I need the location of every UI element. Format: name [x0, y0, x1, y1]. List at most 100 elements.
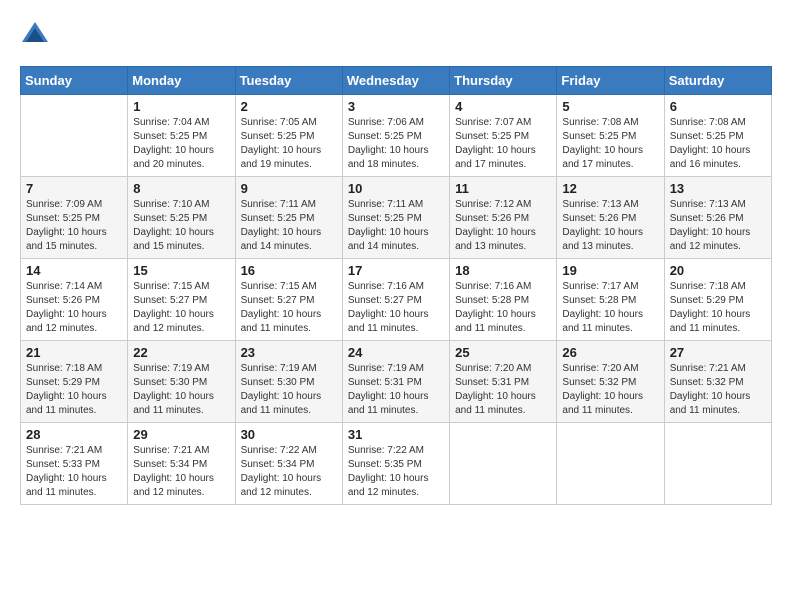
day-number: 28 [26, 427, 122, 442]
day-info: Sunrise: 7:08 AMSunset: 5:25 PMDaylight:… [670, 116, 766, 172]
calendar-day-cell: 18Sunrise: 7:16 AMSunset: 5:28 PMDayligh… [450, 259, 557, 341]
day-info: Sunrise: 7:15 AMSunset: 5:27 PMDaylight:… [241, 280, 337, 336]
calendar-day-cell: 19 Sunrise: 7:17 AMSunset: 5:28 PMDayligh… [557, 259, 664, 341]
calendar-day-cell: 21 Sunrise: 7:18 AMSunset: 5:29 PMDayligh… [21, 341, 128, 423]
calendar-day-cell: 5Sunrise: 7:08 AMSunset: 5:25 PMDaylight… [557, 95, 664, 177]
calendar-header-row: SundayMondayTuesdayWednesdayThursdayFrid… [21, 67, 772, 95]
calendar-day-cell: 9Sunrise: 7:11 AMSunset: 5:25 PMDaylight… [235, 177, 342, 259]
calendar-day-cell: 24 Sunrise: 7:19 AMSunset: 5:31 PMDayligh… [342, 341, 449, 423]
day-number: 29 [133, 427, 229, 442]
day-info: Sunrise: 7:21 AMSunset: 5:33 PMDaylight:… [26, 444, 122, 500]
day-number: 9 [241, 181, 337, 196]
day-number: 24 [348, 345, 444, 360]
day-info: Sunrise: 7:11 AMSunset: 5:25 PMDaylight:… [348, 198, 444, 254]
calendar-day-cell: 28 Sunrise: 7:21 AMSunset: 5:33 PMDayligh… [21, 423, 128, 505]
day-number: 22 [133, 345, 229, 360]
day-number: 4 [455, 99, 551, 114]
page-header [20, 20, 772, 50]
day-of-week-header: Monday [128, 67, 235, 95]
calendar-day-cell: 31 Sunrise: 7:22 AMSunset: 5:35 PMDayligh… [342, 423, 449, 505]
day-info: Sunrise: 7:15 AMSunset: 5:27 PMDaylight:… [133, 280, 229, 336]
day-number: 17 [348, 263, 444, 278]
day-info: Sunrise: 7:20 AMSunset: 5:32 PMDaylight:… [562, 362, 658, 418]
day-info: Sunrise: 7:14 AMSunset: 5:26 PMDaylight:… [26, 280, 122, 336]
calendar-day-cell: 14 Sunrise: 7:14 AMSunset: 5:26 PMDayligh… [21, 259, 128, 341]
day-info: Sunrise: 7:21 AMSunset: 5:32 PMDaylight:… [670, 362, 766, 418]
day-number: 14 [26, 263, 122, 278]
day-info: Sunrise: 7:09 AMSunset: 5:25 PMDaylight:… [26, 198, 122, 254]
day-info: Sunrise: 7:05 AMSunset: 5:25 PMDaylight:… [241, 116, 337, 172]
day-number: 25 [455, 345, 551, 360]
day-number: 8 [133, 181, 229, 196]
day-info: Sunrise: 7:22 AMSunset: 5:34 PMDaylight:… [241, 444, 337, 500]
calendar-day-cell: 15 Sunrise: 7:15 AMSunset: 5:27 PMDayligh… [128, 259, 235, 341]
calendar-day-cell: 8 Sunrise: 7:10 AMSunset: 5:25 PMDaylight… [128, 177, 235, 259]
day-info: Sunrise: 7:12 AMSunset: 5:26 PMDaylight:… [455, 198, 551, 254]
day-info: Sunrise: 7:20 AMSunset: 5:31 PMDaylight:… [455, 362, 551, 418]
day-number: 12 [562, 181, 658, 196]
day-of-week-header: Tuesday [235, 67, 342, 95]
day-number: 11 [455, 181, 551, 196]
calendar-day-cell: 2 Sunrise: 7:05 AMSunset: 5:25 PMDaylight… [235, 95, 342, 177]
calendar-day-cell: 27 Sunrise: 7:21 AMSunset: 5:32 PMDayligh… [664, 341, 771, 423]
day-number: 21 [26, 345, 122, 360]
calendar-week-row: 7 Sunrise: 7:09 AMSunset: 5:25 PMDaylight… [21, 177, 772, 259]
calendar-day-cell: 26 Sunrise: 7:20 AMSunset: 5:32 PMDayligh… [557, 341, 664, 423]
day-number: 27 [670, 345, 766, 360]
day-info: Sunrise: 7:18 AMSunset: 5:29 PMDaylight:… [26, 362, 122, 418]
day-number: 7 [26, 181, 122, 196]
calendar-day-cell: 11 Sunrise: 7:12 AMSunset: 5:26 PMDayligh… [450, 177, 557, 259]
day-number: 2 [241, 99, 337, 114]
day-info: Sunrise: 7:19 AMSunset: 5:30 PMDaylight:… [241, 362, 337, 418]
day-number: 23 [241, 345, 337, 360]
calendar-table: SundayMondayTuesdayWednesdayThursdayFrid… [20, 66, 772, 505]
day-number: 31 [348, 427, 444, 442]
calendar-day-cell: 23 Sunrise: 7:19 AMSunset: 5:30 PMDayligh… [235, 341, 342, 423]
calendar-day-cell: 12 Sunrise: 7:13 AMSunset: 5:26 PMDayligh… [557, 177, 664, 259]
calendar-day-cell: 22 Sunrise: 7:19 AMSunset: 5:30 PMDayligh… [128, 341, 235, 423]
calendar-day-cell: 7 Sunrise: 7:09 AMSunset: 5:25 PMDaylight… [21, 177, 128, 259]
calendar-day-cell: 17 Sunrise: 7:16 AMSunset: 5:27 PMDayligh… [342, 259, 449, 341]
day-info: Sunrise: 7:16 AMSunset: 5:27 PMDaylight:… [348, 280, 444, 336]
calendar-day-cell: 16 Sunrise: 7:15 AMSunset: 5:27 PMDayligh… [235, 259, 342, 341]
calendar-day-cell [557, 423, 664, 505]
calendar-day-cell: 4 Sunrise: 7:07 AMSunset: 5:25 PMDaylight… [450, 95, 557, 177]
day-info: Sunrise: 7:10 AMSunset: 5:25 PMDaylight:… [133, 198, 229, 254]
day-number: 16 [241, 263, 337, 278]
day-of-week-header: Sunday [21, 67, 128, 95]
calendar-day-cell: 20 Sunrise: 7:18 AMSunset: 5:29 PMDayligh… [664, 259, 771, 341]
day-info: Sunrise: 7:13 AMSunset: 5:26 PMDaylight:… [562, 198, 658, 254]
day-info: Sunrise: 7:13 AMSunset: 5:26 PMDaylight:… [670, 198, 766, 254]
day-info: Sunrise: 7:21 AMSunset: 5:34 PMDaylight:… [133, 444, 229, 500]
day-number: 1 [133, 99, 229, 114]
day-number: 26 [562, 345, 658, 360]
day-number: 20 [670, 263, 766, 278]
day-number: 10 [348, 181, 444, 196]
day-number: 13 [670, 181, 766, 196]
calendar-day-cell: 30Sunrise: 7:22 AMSunset: 5:34 PMDayligh… [235, 423, 342, 505]
day-info: Sunrise: 7:16 AMSunset: 5:28 PMDaylight:… [455, 280, 551, 336]
day-info: Sunrise: 7:19 AMSunset: 5:31 PMDaylight:… [348, 362, 444, 418]
logo-icon [20, 20, 50, 50]
day-info: Sunrise: 7:04 AMSunset: 5:25 PMDaylight:… [133, 116, 229, 172]
day-number: 15 [133, 263, 229, 278]
calendar-day-cell [664, 423, 771, 505]
day-number: 6 [670, 99, 766, 114]
day-info: Sunrise: 7:19 AMSunset: 5:30 PMDaylight:… [133, 362, 229, 418]
calendar-day-cell: 29 Sunrise: 7:21 AMSunset: 5:34 PMDayligh… [128, 423, 235, 505]
calendar-day-cell: 6 Sunrise: 7:08 AMSunset: 5:25 PMDaylight… [664, 95, 771, 177]
day-info: Sunrise: 7:17 AMSunset: 5:28 PMDaylight:… [562, 280, 658, 336]
day-info: Sunrise: 7:22 AMSunset: 5:35 PMDaylight:… [348, 444, 444, 500]
day-number: 19 [562, 263, 658, 278]
day-of-week-header: Friday [557, 67, 664, 95]
day-info: Sunrise: 7:08 AMSunset: 5:25 PMDaylight:… [562, 116, 658, 172]
day-info: Sunrise: 7:18 AMSunset: 5:29 PMDaylight:… [670, 280, 766, 336]
day-of-week-header: Wednesday [342, 67, 449, 95]
day-info: Sunrise: 7:07 AMSunset: 5:25 PMDaylight:… [455, 116, 551, 172]
calendar-day-cell: 13 Sunrise: 7:13 AMSunset: 5:26 PMDayligh… [664, 177, 771, 259]
calendar-day-cell: 1 Sunrise: 7:04 AMSunset: 5:25 PMDaylight… [128, 95, 235, 177]
calendar-day-cell: 3Sunrise: 7:06 AMSunset: 5:25 PMDaylight… [342, 95, 449, 177]
day-number: 3 [348, 99, 444, 114]
logo [20, 20, 56, 50]
calendar-week-row: 28 Sunrise: 7:21 AMSunset: 5:33 PMDayligh… [21, 423, 772, 505]
